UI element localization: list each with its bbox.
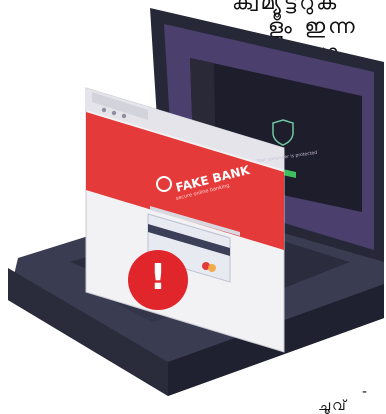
laptop-phishing-illustration — [8, 8, 384, 396]
warning-symbol: ! — [149, 257, 167, 298]
